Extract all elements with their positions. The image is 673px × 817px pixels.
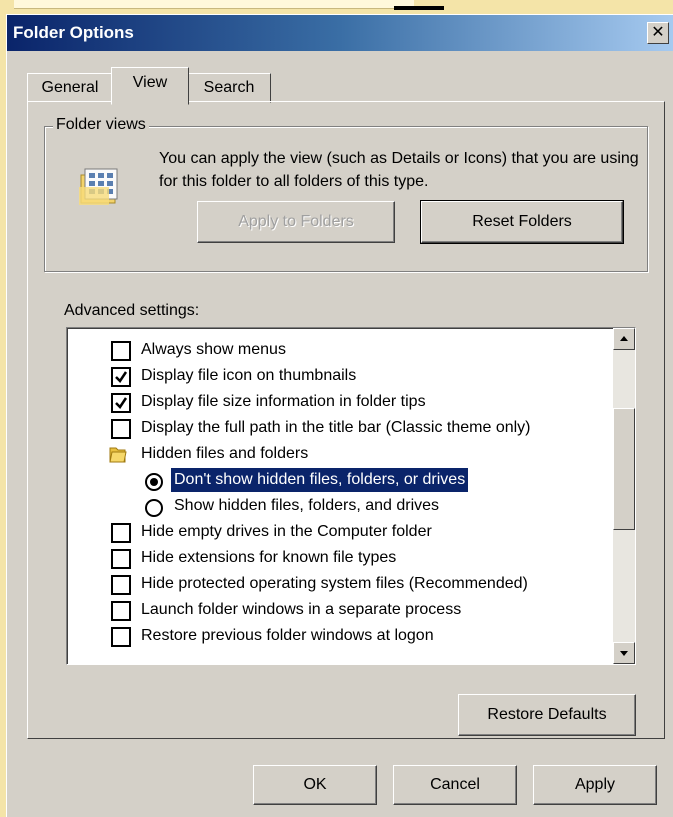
advanced-settings-label: Advanced settings: — [64, 302, 200, 319]
list-item-label: Hide extensions for known file types — [141, 549, 397, 566]
ok-button[interactable]: OK — [253, 765, 377, 805]
list-item-label: Restore previous folder windows at logon — [141, 627, 434, 644]
title-bar[interactable]: Folder Options ✕ — [7, 15, 673, 51]
scroll-thumb[interactable] — [613, 408, 635, 530]
list-item-label: Display file icon on thumbnails — [141, 367, 357, 384]
checkmark-icon — [115, 371, 128, 383]
checkbox[interactable] — [111, 575, 131, 595]
checkbox[interactable] — [111, 523, 131, 543]
list-item-label: Display file size information in folder … — [141, 393, 426, 410]
folder-icon — [109, 447, 127, 463]
list-item-label: Always show menus — [141, 341, 286, 358]
folder-views-description: You can apply the view (such as Details … — [159, 150, 639, 190]
tab-search[interactable]: Search — [187, 73, 271, 103]
scroll-up-button[interactable] — [613, 328, 635, 350]
folder-options-dialog: Folder Options ✕ General View Search Fol… — [6, 14, 673, 817]
checkbox[interactable] — [111, 341, 131, 361]
checkbox[interactable] — [111, 549, 131, 569]
restore-defaults-button[interactable]: Restore Defaults — [458, 694, 636, 736]
vertical-scrollbar[interactable] — [613, 328, 635, 664]
advanced-settings-list[interactable]: Always show menus Display file icon on t… — [66, 327, 636, 665]
window-title: Folder Options — [13, 23, 134, 42]
arrow-down-icon — [620, 651, 628, 656]
list-item-label: Don't show hidden files, folders, or dri… — [171, 468, 469, 492]
reset-folders-button[interactable]: Reset Folders — [420, 200, 624, 244]
checkbox[interactable] — [111, 367, 131, 387]
list-item-label: Hide empty drives in the Computer folder — [141, 523, 432, 540]
checkbox[interactable] — [111, 393, 131, 413]
background-strip — [14, 0, 444, 10]
cancel-button[interactable]: Cancel — [393, 765, 517, 805]
checkbox[interactable] — [111, 601, 131, 621]
list-item-label: Hide protected operating system files (R… — [141, 575, 528, 592]
checkbox[interactable] — [111, 627, 131, 647]
list-item-label: Show hidden files, folders, and drives — [174, 497, 440, 514]
folder-views-group: Folder views You can apply the view (suc… — [44, 116, 648, 272]
tab-view[interactable]: View — [111, 67, 189, 105]
radio-button[interactable] — [145, 473, 163, 491]
checkmark-icon — [115, 397, 128, 409]
scroll-down-button[interactable] — [613, 642, 635, 664]
arrow-up-icon — [620, 336, 628, 341]
folder-view-icon — [79, 168, 118, 205]
checkbox[interactable] — [111, 419, 131, 439]
apply-button[interactable]: Apply — [533, 765, 657, 805]
view-tab-panel: Folder views You can apply the view (suc… — [27, 101, 665, 739]
tab-general[interactable]: General — [27, 73, 113, 103]
list-item-label: Hidden files and folders — [141, 445, 309, 462]
apply-to-folders-button[interactable]: Apply to Folders — [197, 201, 395, 243]
close-button[interactable]: ✕ — [647, 22, 669, 44]
folder-views-legend: Folder views — [53, 116, 149, 134]
list-item-label: Launch folder windows in a separate proc… — [141, 601, 462, 618]
radio-button[interactable] — [145, 499, 163, 517]
list-item-label: Display the full path in the title bar (… — [141, 419, 531, 436]
